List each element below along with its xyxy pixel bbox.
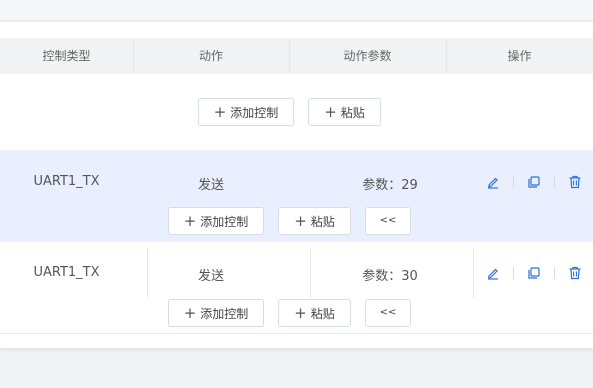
operation-separator bbox=[554, 176, 555, 188]
operation-separator bbox=[513, 176, 514, 188]
add-control-button[interactable]: + 添加控制 bbox=[168, 207, 264, 235]
plus-icon: + bbox=[294, 212, 307, 230]
row-action: 发送 bbox=[197, 269, 224, 284]
header-action-params: 动作参数 bbox=[289, 38, 447, 74]
row-action: 发送 bbox=[197, 178, 224, 193]
top-bar bbox=[0, 0, 593, 21]
trash-icon[interactable] bbox=[568, 175, 582, 189]
add-control-button[interactable]: + 添加控制 bbox=[168, 299, 264, 327]
edit-icon[interactable] bbox=[486, 175, 500, 189]
trash-icon[interactable] bbox=[568, 266, 582, 280]
operation-separator bbox=[554, 267, 555, 279]
header-action: 动作 bbox=[133, 38, 290, 74]
table-row[interactable]: UART1_TX 发送 参数：30 + 添加控制 + 粘贴 << bbox=[0, 242, 593, 334]
control-table-card: 控制类型 动作 动作参数 操作 + 添加控制 + 粘贴 UART1_TX 发送 参数… bbox=[0, 22, 593, 348]
row-action-params: 参数：30 bbox=[362, 269, 418, 284]
header-operations: 操作 bbox=[507, 49, 532, 63]
table-row[interactable]: UART1_TX 发送 参数：29 + 添加控制 + 粘贴 << bbox=[0, 150, 593, 242]
paste-button[interactable]: + 粘贴 bbox=[308, 98, 381, 126]
plus-icon: + bbox=[324, 103, 337, 121]
empty-row: + 添加控制 + 粘贴 bbox=[0, 74, 593, 150]
paste-button[interactable]: + 粘贴 bbox=[278, 299, 351, 327]
plus-icon: + bbox=[213, 103, 227, 121]
plus-icon: + bbox=[183, 212, 197, 230]
add-control-button[interactable]: + 添加控制 bbox=[198, 98, 294, 126]
paste-button[interactable]: + 粘贴 bbox=[278, 207, 351, 235]
collapse-button[interactable]: << bbox=[365, 207, 411, 235]
plus-icon: + bbox=[294, 304, 307, 322]
copy-icon[interactable] bbox=[527, 175, 541, 189]
row-action-params: 参数：29 bbox=[362, 178, 418, 193]
table-header: 控制类型 动作 动作参数 操作 bbox=[0, 38, 593, 74]
edit-icon[interactable] bbox=[486, 266, 500, 280]
row-control-type: UART1_TX bbox=[33, 265, 100, 280]
bottom-strip bbox=[0, 356, 593, 388]
header-control-type: 控制类型 bbox=[0, 38, 134, 74]
copy-icon[interactable] bbox=[527, 266, 541, 280]
table-bottom-border bbox=[0, 333, 593, 334]
plus-icon: + bbox=[183, 304, 197, 322]
operation-separator bbox=[513, 267, 514, 279]
column-divider bbox=[310, 248, 311, 298]
column-divider bbox=[473, 248, 474, 298]
row-control-type: UART1_TX bbox=[33, 174, 100, 189]
collapse-button[interactable]: << bbox=[365, 299, 411, 327]
